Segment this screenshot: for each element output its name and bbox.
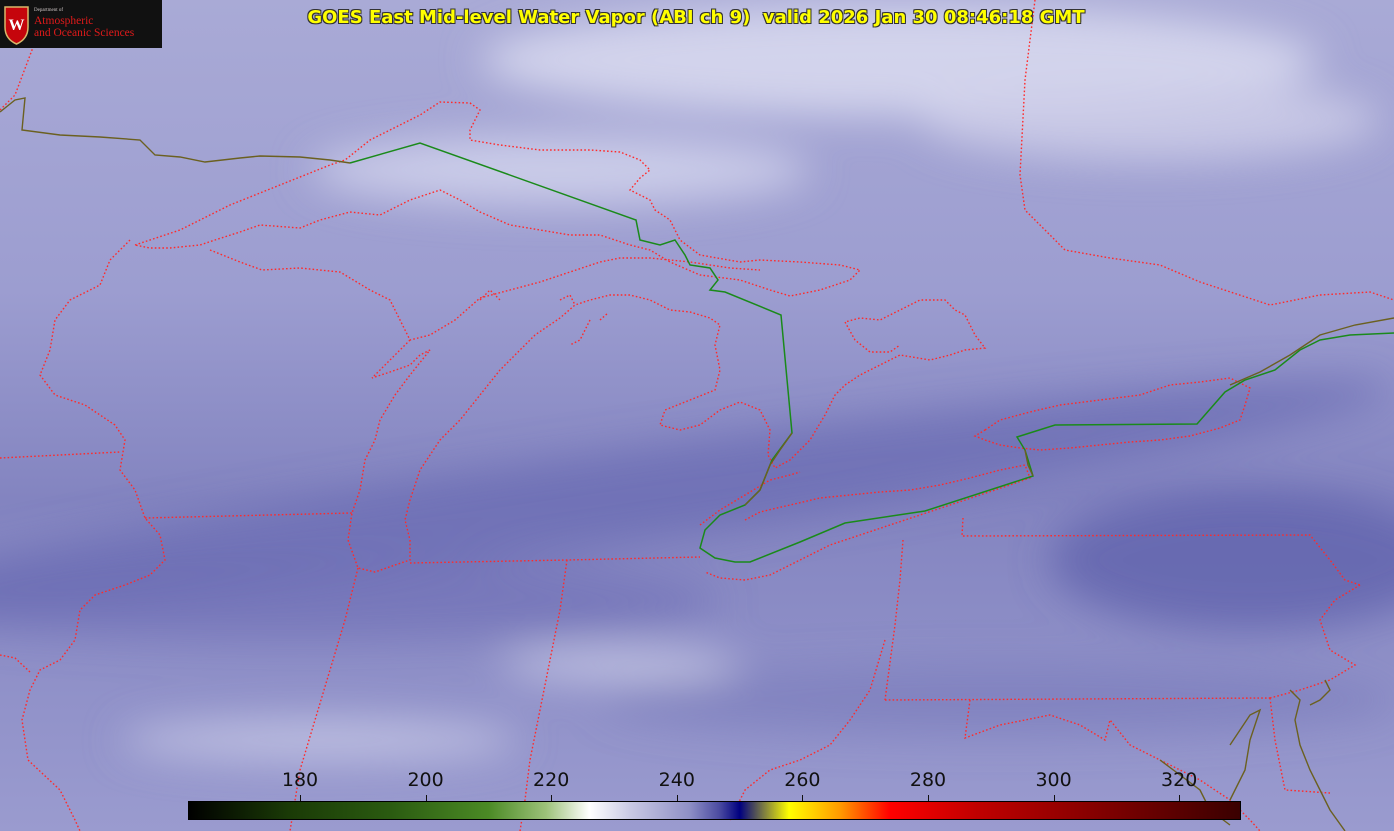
- colorbar-tick-label: 300: [1035, 769, 1072, 791]
- moist-plume-east: [920, 80, 1380, 160]
- moist-plume-south: [500, 651, 740, 679]
- moist-plume-sw: [120, 718, 520, 762]
- colorbar-tick-label: 200: [407, 769, 444, 791]
- colorbar-tick-label: 320: [1161, 769, 1198, 791]
- colorbar-tick-label: 180: [281, 769, 319, 791]
- colorbar-tick-label: 280: [909, 769, 947, 791]
- colorbar: [188, 801, 1241, 820]
- colorbar-tick-label: 240: [658, 769, 695, 791]
- moist-plume-center: [310, 135, 810, 205]
- colorbar-tick-label: 260: [784, 769, 821, 791]
- map-title-text: GOES East Mid-level Water Vapor (ABI ch …: [307, 7, 1085, 28]
- water-vapor-map: [0, 0, 1394, 831]
- colorbar-tick-label: 220: [533, 769, 570, 791]
- dry-band-lower: [600, 665, 1394, 735]
- map-title: GOES East Mid-level Water Vapor (ABI ch …: [0, 7, 1394, 29]
